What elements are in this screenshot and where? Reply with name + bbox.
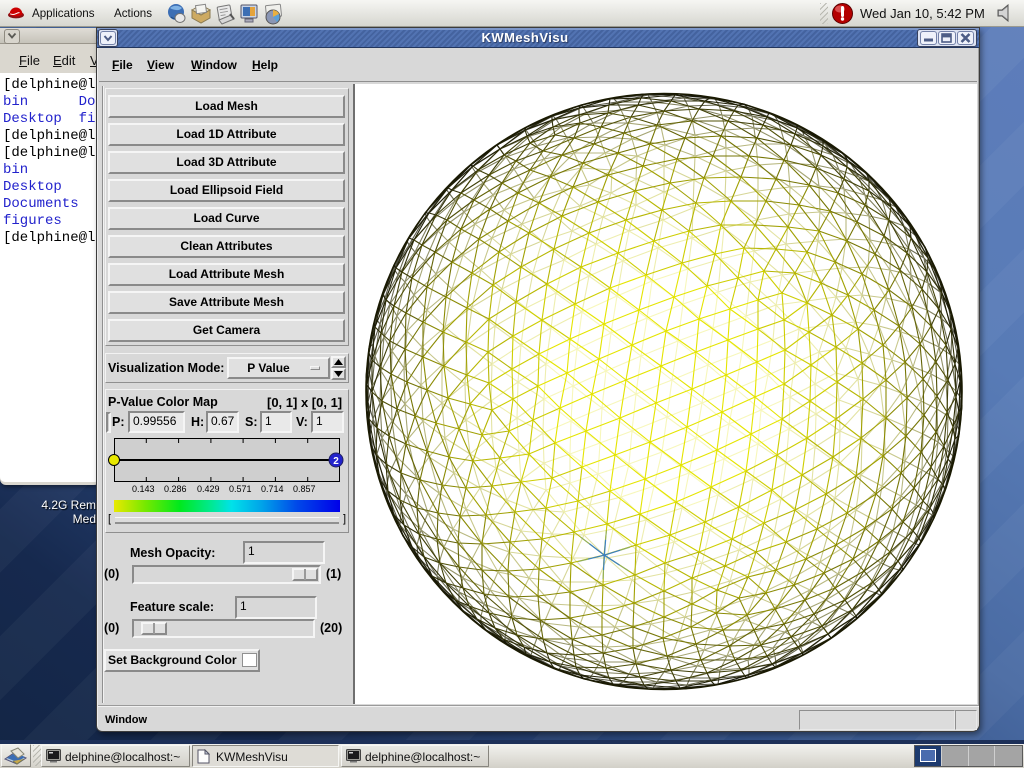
svg-text:2: 2	[333, 456, 339, 467]
